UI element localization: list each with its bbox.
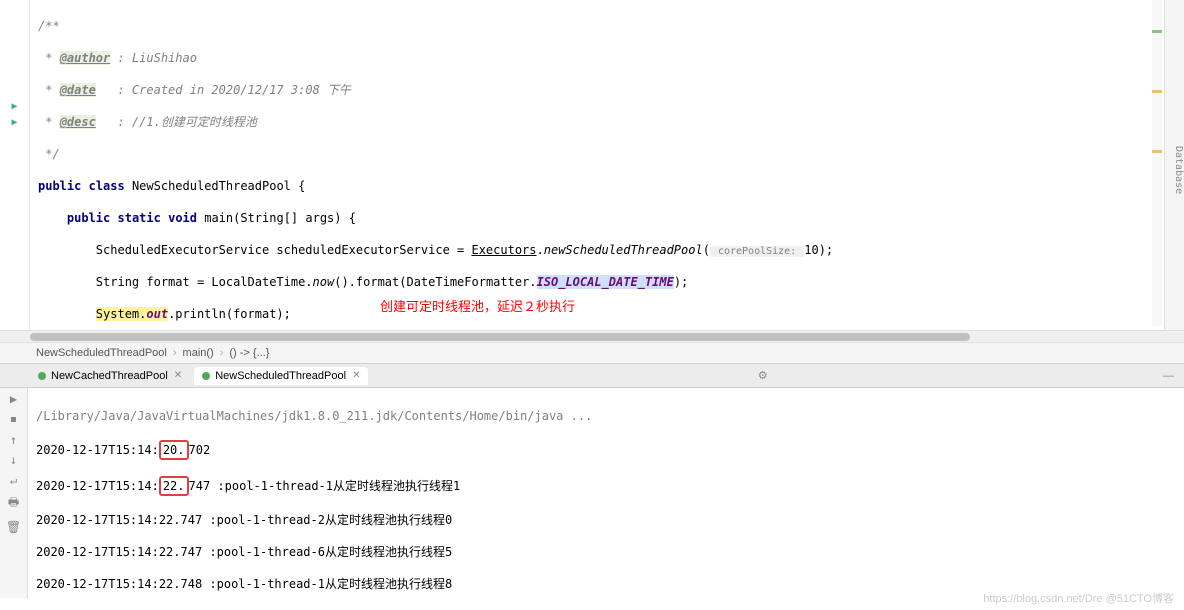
console-line: 2020-12-17T15:14:20.702 bbox=[36, 440, 1176, 460]
run-tabs-bar: NewCachedThreadPool ✕ NewScheduledThread… bbox=[0, 364, 1184, 388]
breadcrumb-item[interactable]: NewScheduledThreadPool bbox=[30, 347, 173, 359]
comment: * bbox=[38, 83, 60, 97]
comment: * bbox=[38, 115, 60, 129]
console-line: 2020-12-17T15:14:22.747 :pool-1-thread-6… bbox=[36, 544, 1176, 560]
watermark: https://blog.csdn.net/Dre @51CTO博客 bbox=[983, 590, 1174, 606]
doc-tag: @date bbox=[60, 83, 96, 97]
console-output[interactable]: /Library/Java/JavaVirtualMachines/jdk1.8… bbox=[28, 388, 1184, 598]
comment: */ bbox=[38, 147, 60, 161]
run-tab[interactable]: NewCachedThreadPool ✕ bbox=[30, 367, 190, 385]
param-hint: corePoolSize: bbox=[710, 246, 804, 257]
comment: /** bbox=[38, 19, 60, 33]
status-dot-icon bbox=[38, 372, 46, 380]
stop-icon[interactable]: ⏹ bbox=[10, 412, 16, 427]
console-pane: ▶ ⏹ ↑ ↓ ↵ 🖶 🗑 /Library/Java/JavaVirtualM… bbox=[0, 388, 1184, 598]
editor-gutter: ▶ ▶ bbox=[0, 0, 30, 330]
run-gutter-icon[interactable]: ▶ bbox=[0, 98, 29, 114]
doc-tag: @desc bbox=[60, 115, 96, 129]
wrap-icon[interactable]: ↵ bbox=[10, 473, 17, 487]
breadcrumb[interactable]: NewScheduledThreadPool › main() › () -> … bbox=[0, 342, 1184, 364]
time-highlight: 22. bbox=[159, 476, 189, 496]
console-toolbar: ▶ ⏹ ↑ ↓ ↵ 🖶 🗑 bbox=[0, 388, 28, 598]
close-icon[interactable]: ✕ bbox=[174, 370, 182, 381]
breadcrumb-item[interactable]: () -> {...} bbox=[223, 347, 275, 359]
editor-pane: ▶ ▶ /** * @author : LiuShihao * @date : … bbox=[0, 0, 1184, 330]
annotation-text: 创建可定时线程池，延迟２秒执行 bbox=[380, 296, 575, 315]
gear-icon[interactable]: ⚙ bbox=[758, 369, 768, 382]
database-tool-icon[interactable]: Database bbox=[1173, 146, 1184, 194]
up-icon[interactable]: ↑ bbox=[10, 433, 17, 447]
down-icon[interactable]: ↓ bbox=[10, 453, 17, 467]
console-command: /Library/Java/JavaVirtualMachines/jdk1.8… bbox=[36, 408, 1176, 424]
rerun-icon[interactable]: ▶ bbox=[10, 392, 17, 406]
close-icon[interactable]: ✕ bbox=[352, 370, 360, 381]
horizontal-scrollbar[interactable] bbox=[0, 330, 1184, 342]
console-line: 2020-12-17T15:14:22.747 :pool-1-thread-2… bbox=[36, 512, 1176, 528]
doc-tag: @author bbox=[60, 51, 111, 65]
scrollbar-thumb[interactable] bbox=[30, 333, 970, 341]
minimize-icon[interactable]: — bbox=[1163, 370, 1174, 382]
comment: * bbox=[38, 51, 60, 65]
breadcrumb-item[interactable]: main() bbox=[177, 347, 220, 359]
time-highlight: 20. bbox=[159, 440, 189, 460]
code-editor[interactable]: /** * @author : LiuShihao * @date : Crea… bbox=[30, 0, 1164, 330]
status-dot-icon bbox=[202, 372, 210, 380]
minimap[interactable] bbox=[1152, 0, 1162, 326]
right-toolbar[interactable]: Database bbox=[1164, 0, 1184, 330]
run-gutter-icon[interactable]: ▶ bbox=[0, 114, 29, 130]
run-tab-active[interactable]: NewScheduledThreadPool ✕ bbox=[194, 367, 368, 385]
trash-icon[interactable]: 🗑 bbox=[6, 520, 21, 534]
print-icon[interactable]: 🖶 bbox=[8, 493, 19, 514]
console-line: 2020-12-17T15:14:22.747 :pool-1-thread-1… bbox=[36, 476, 1176, 496]
